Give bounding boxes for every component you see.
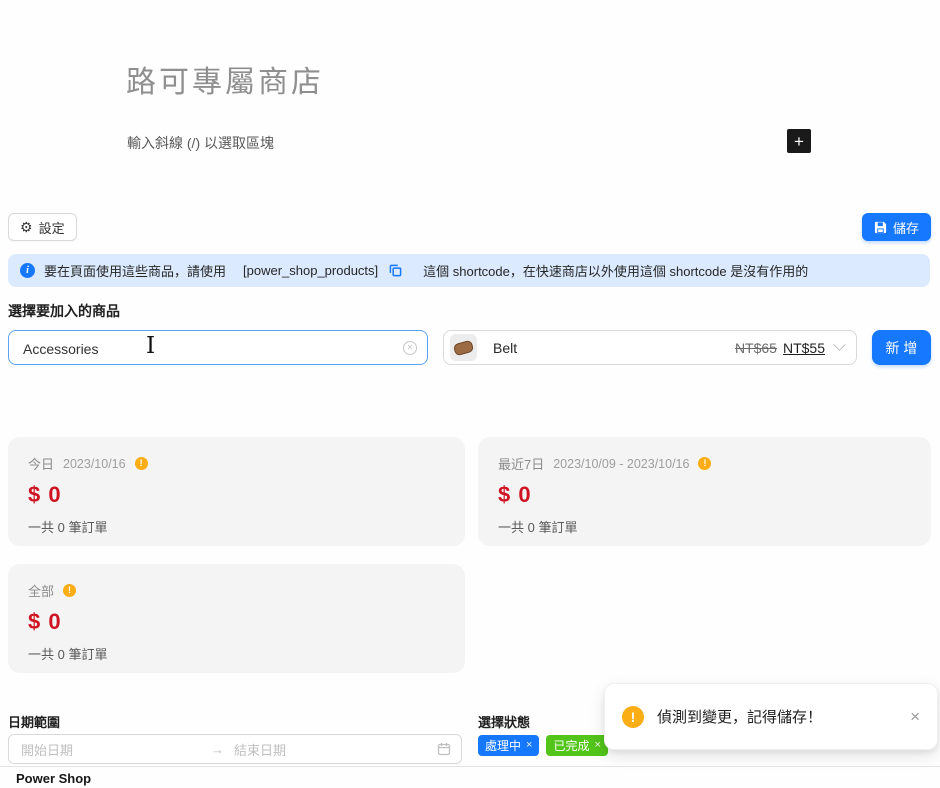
stat-label: 今日 <box>28 454 54 473</box>
tag-label: 處理中 <box>485 737 521 754</box>
price-original: NT$65 <box>735 340 777 356</box>
plus-icon: + <box>794 133 804 150</box>
info-icon: i <box>20 263 35 278</box>
block-placeholder-text[interactable]: 輸入斜線 (/) 以選取區塊 <box>127 133 274 153</box>
add-block-button[interactable]: + <box>787 129 811 153</box>
stat-order-count: 一共 0 筆訂單 <box>498 517 911 536</box>
end-date-input[interactable]: 結束日期 <box>234 740 437 759</box>
product-prices: NT$65 NT$55 <box>735 340 844 356</box>
stat-order-count: 一共 0 筆訂單 <box>28 517 445 536</box>
stat-date-range: 2023/10/09 - 2023/10/16 <box>553 457 689 471</box>
save-button[interactable]: 儲存 <box>862 213 931 241</box>
product-search-input[interactable] <box>21 331 395 366</box>
page-editor: 路可專屬商店 輸入斜線 (/) 以選取區塊 + ⚙ 設定 儲存 i 要在頁面使用… <box>0 0 940 788</box>
settings-button-label: 設定 <box>39 218 65 237</box>
arrow-right-icon: → <box>211 742 224 757</box>
status-tag-completed[interactable]: 已完成 × <box>546 735 607 756</box>
page-title[interactable]: 路可專屬商店 <box>126 57 324 101</box>
belt-image <box>453 339 474 356</box>
warning-icon: ! <box>63 584 76 597</box>
shortcode-info-banner: i 要在頁面使用這些商品，請使用 [power_shop_products] 這… <box>8 254 930 287</box>
save-icon <box>874 221 887 234</box>
date-range-picker[interactable]: 開始日期 → 結束日期 <box>8 734 462 764</box>
clear-search-icon[interactable]: ✕ <box>403 341 417 355</box>
status-tag-processing[interactable]: 處理中 × <box>478 735 539 756</box>
footer-brand: Power Shop <box>16 771 91 786</box>
shortcode-text: [power_shop_products] <box>243 263 378 278</box>
close-icon[interactable]: × <box>910 708 920 725</box>
chevron-down-icon <box>833 338 846 351</box>
calendar-icon <box>437 742 451 756</box>
warning-icon: ! <box>135 457 148 470</box>
close-icon[interactable]: × <box>594 740 600 751</box>
status-tags: 處理中 × 已完成 × <box>478 735 608 756</box>
copy-icon[interactable] <box>389 264 402 277</box>
product-search-box <box>8 330 428 365</box>
start-date-input[interactable]: 開始日期 <box>21 740 211 759</box>
status-filter-label: 選擇狀態 <box>478 712 530 731</box>
unsaved-changes-toast: ! 偵測到變更，記得儲存！ × <box>604 683 938 750</box>
banner-text-after: 這個 shortcode，在快速商店以外使用這個 shortcode 是沒有作用… <box>423 261 808 280</box>
save-button-label: 儲存 <box>893 218 919 237</box>
warning-icon: ! <box>622 706 644 728</box>
stat-order-count: 一共 0 筆訂單 <box>28 644 445 663</box>
stats-card-today: 今日 2023/10/16 ! $ 0 一共 0 筆訂單 <box>8 437 465 546</box>
price-sale: NT$55 <box>783 340 825 356</box>
close-icon[interactable]: × <box>526 740 532 751</box>
stat-label: 全部 <box>28 581 54 600</box>
stat-amount: $ 0 <box>28 482 445 508</box>
footer-divider <box>0 766 940 767</box>
settings-button[interactable]: ⚙ 設定 <box>8 213 77 241</box>
product-thumbnail <box>450 334 477 361</box>
date-range-label: 日期範圍 <box>8 712 60 731</box>
add-product-button[interactable]: 新 增 <box>872 330 931 365</box>
stat-amount: $ 0 <box>28 609 445 635</box>
stat-label: 最近7日 <box>498 454 544 473</box>
add-product-label: 新 增 <box>886 338 918 358</box>
stat-amount: $ 0 <box>498 482 911 508</box>
gear-icon: ⚙ <box>20 220 33 234</box>
tag-label: 已完成 <box>553 737 589 754</box>
warning-icon: ! <box>698 457 711 470</box>
product-select-dropdown[interactable]: Belt NT$65 NT$55 <box>443 330 857 365</box>
toast-message: 偵測到變更，記得儲存！ <box>657 706 822 727</box>
product-name: Belt <box>493 340 517 356</box>
stats-card-last7days: 最近7日 2023/10/09 - 2023/10/16 ! $ 0 一共 0 … <box>478 437 931 546</box>
stat-date-range: 2023/10/16 <box>63 457 126 471</box>
product-picker-heading: 選擇要加入的商品 <box>8 301 120 321</box>
stats-card-all: 全部 ! $ 0 一共 0 筆訂單 <box>8 564 465 673</box>
banner-text-before: 要在頁面使用這些商品，請使用 <box>44 261 226 280</box>
